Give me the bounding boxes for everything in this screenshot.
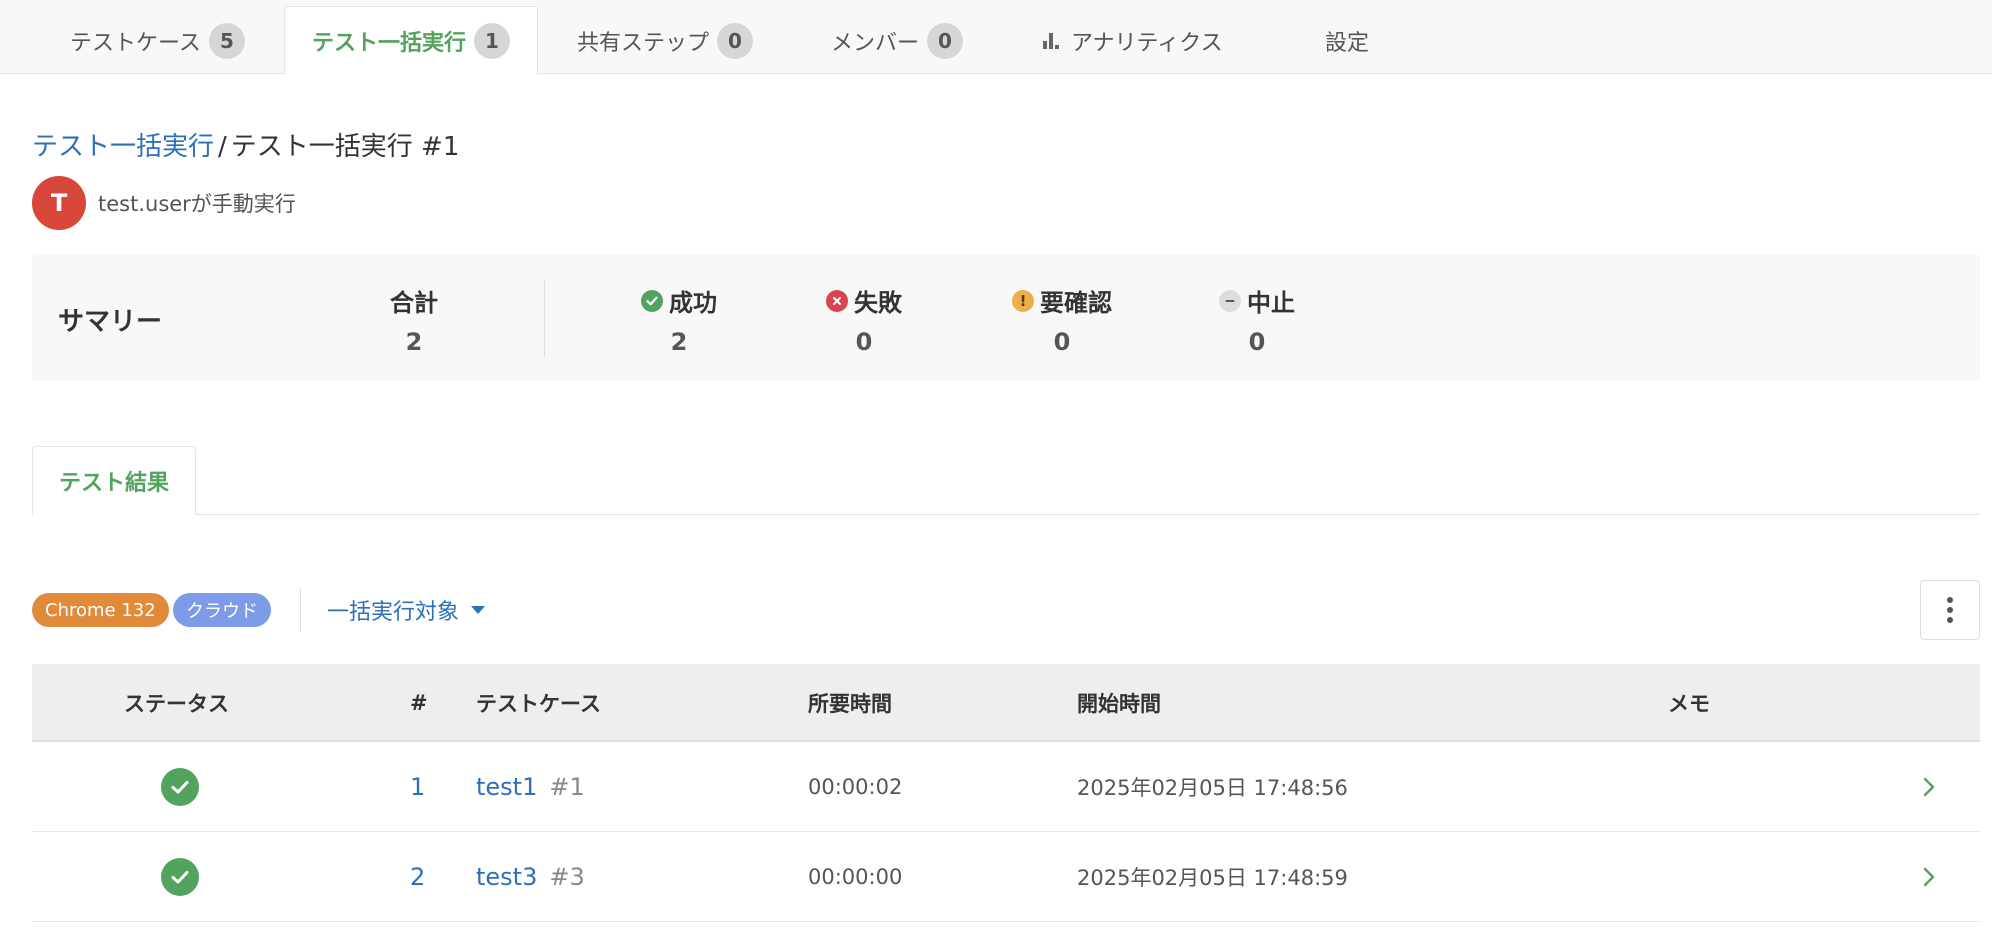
x-circle-icon: [826, 289, 848, 312]
breadcrumb-parent-link[interactable]: テスト一括実行: [32, 132, 214, 162]
bulk-target-label: 一括実行対象: [327, 600, 460, 625]
start-time-cell: 2025年02月05日 17:48:59: [1077, 866, 1348, 890]
table-header: ステータス # テストケース 所要時間 開始時間 メモ: [32, 664, 1980, 742]
test-case-link[interactable]: test3: [476, 863, 537, 891]
tab-label: テスト一括実行: [311, 30, 466, 56]
stat-value: 0: [855, 328, 873, 356]
duration-cell: 00:00:00: [808, 865, 903, 889]
tab-count-badge: 5: [208, 22, 245, 59]
chevron-right-icon[interactable]: [1922, 832, 1936, 922]
caret-down-icon: [471, 606, 486, 614]
tab-label: テストケース: [70, 30, 201, 56]
stat-label: 成功: [669, 289, 717, 317]
filter-bar: Chrome 132 クラウド 一括実行対象: [32, 580, 1980, 640]
stat-value: 2: [405, 328, 423, 356]
start-time-cell: 2025年02月05日 17:48:56: [1077, 776, 1348, 800]
tab-label: 共有ステップ: [577, 30, 710, 56]
stat-value: 2: [670, 328, 688, 356]
tab-bulk-runs[interactable]: テスト一括実行 1: [284, 6, 538, 75]
row-number[interactable]: 1: [410, 742, 425, 832]
header-duration: 所要時間: [808, 692, 892, 716]
tab-test-cases[interactable]: テストケース 5: [70, 6, 245, 75]
minus-circle-icon: [1219, 289, 1241, 312]
exclamation-circle-icon: !: [1012, 289, 1034, 312]
bulk-target-dropdown[interactable]: 一括実行対象: [327, 593, 486, 627]
row-number[interactable]: 2: [410, 832, 425, 922]
summary-divider: [544, 281, 545, 357]
chevron-right-icon[interactable]: [1922, 742, 1936, 832]
result-tab-bar: テスト結果: [32, 446, 1980, 515]
executor-text: test.userが手動実行: [98, 192, 296, 216]
header-test-case: テストケース: [476, 692, 601, 716]
success-status-icon: [161, 858, 199, 896]
table-row[interactable]: 2 test3 #3 00:00:00 2025年02月05日 17:48:59: [32, 832, 1980, 922]
bar-chart-icon: [1043, 32, 1061, 49]
stat-success: 成功 2: [632, 283, 726, 356]
stat-failed: 失敗 0: [817, 283, 911, 356]
project-tab-bar: テストケース 5 テスト一括実行 1 共有ステップ 0 メンバー 0 アナリティ…: [0, 0, 1992, 75]
stat-needs-review: ! 要確認 0: [1000, 283, 1124, 356]
header-start-time: 開始時間: [1077, 692, 1161, 716]
filter-divider: [300, 588, 301, 632]
results-table: ステータス # テストケース 所要時間 開始時間 メモ 1 test1 #1 0…: [32, 664, 1980, 922]
stat-value: 0: [1248, 328, 1266, 356]
summary-title: サマリー: [58, 307, 163, 337]
kebab-menu-button[interactable]: [1920, 580, 1980, 640]
tab-count-badge: 1: [474, 22, 510, 59]
tab-analytics[interactable]: アナリティクス: [1043, 6, 1223, 75]
avatar: T: [32, 176, 86, 230]
header-status: ステータス: [124, 692, 229, 716]
tab-settings[interactable]: 設定: [1325, 6, 1369, 75]
header-number: #: [410, 691, 428, 715]
tab-label: アナリティクス: [1071, 30, 1223, 56]
tab-shared-steps[interactable]: 共有ステップ 0: [577, 6, 754, 75]
tab-count-badge: 0: [717, 22, 754, 59]
breadcrumb-separator: /: [218, 132, 227, 162]
duration-cell: 00:00:02: [808, 775, 903, 799]
header-memo: メモ: [1668, 692, 1710, 716]
environment-badge: クラウド: [173, 593, 271, 627]
test-case-link[interactable]: test1: [476, 773, 537, 801]
test-case-id: #3: [549, 863, 585, 891]
stat-total: 合計 2: [374, 283, 454, 356]
success-status-icon: [161, 768, 199, 806]
stat-value: 0: [1053, 328, 1071, 356]
stat-label: 中止: [1247, 289, 1295, 317]
stat-label: 要確認: [1040, 289, 1112, 317]
browser-badge: Chrome 132: [32, 593, 169, 627]
summary-panel: サマリー 合計 2 成功 2 失敗 0 ! 要確認 0 中止 0: [32, 255, 1980, 381]
table-row[interactable]: 1 test1 #1 00:00:02 2025年02月05日 17:48:56: [32, 742, 1980, 832]
tab-test-results[interactable]: テスト結果: [32, 446, 196, 515]
stat-label: 失敗: [854, 289, 902, 317]
test-case-id: #1: [549, 773, 585, 801]
stat-aborted: 中止 0: [1215, 283, 1299, 356]
stat-label: 合計: [390, 289, 438, 317]
tab-label: 設定: [1325, 30, 1370, 56]
tab-label: メンバー: [831, 30, 920, 56]
breadcrumb-current: テスト一括実行 #1: [230, 132, 460, 162]
breadcrumb: テスト一括実行 / テスト一括実行 #1: [32, 126, 459, 163]
tab-count-badge: 0: [927, 22, 964, 59]
tab-members[interactable]: メンバー 0: [831, 6, 964, 75]
check-circle-icon: [641, 289, 663, 312]
run-executor: T test.userが手動実行: [32, 176, 296, 230]
